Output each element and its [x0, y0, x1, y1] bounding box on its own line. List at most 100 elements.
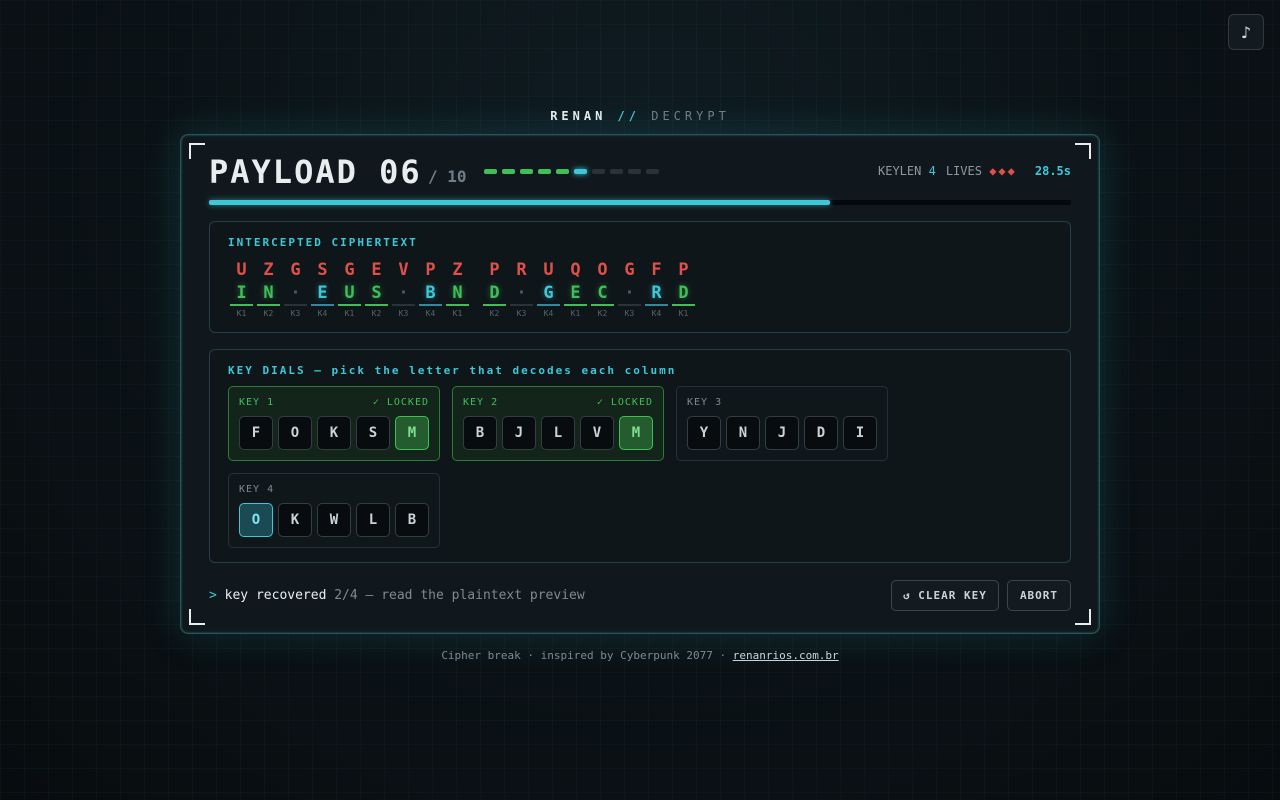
cipher-column: G · K3 [616, 258, 643, 318]
dial-letter-button[interactable]: O [239, 503, 273, 537]
dial-letters: FOKSM [239, 416, 429, 450]
key-index-label: K2 [597, 309, 608, 318]
cipher-letter: P [425, 260, 436, 280]
payload-total: / 10 [428, 167, 467, 186]
dial-letter-button[interactable]: O [278, 416, 312, 450]
music-note-icon: ♪ [1240, 22, 1252, 42]
dial-letter-button[interactable]: B [395, 503, 429, 537]
key-index-label: K1 [452, 309, 463, 318]
console-rest: — read the plaintext preview [365, 588, 585, 603]
plain-letter: G [537, 282, 560, 306]
timer-progress-bar [209, 200, 1071, 205]
abort-button[interactable]: ABORT [1007, 580, 1071, 611]
dial-name: KEY 1 [239, 397, 275, 408]
cipher-letter: Q [570, 260, 581, 280]
dial-letter-button[interactable]: J [502, 416, 536, 450]
corner-bracket [1075, 609, 1091, 625]
cipher-column: Q E K1 [562, 258, 589, 318]
countdown-timer: 28.5s [1034, 164, 1071, 178]
lives-diamond-icons: ◆◆◆ [989, 164, 1017, 178]
corner-bracket [189, 143, 205, 159]
plain-letter: S [365, 282, 388, 306]
console-count: 2/4 [334, 588, 358, 603]
footer: Cipher break · inspired by Cyberpunk 207… [0, 649, 1280, 662]
cipher-letter: G [290, 260, 301, 280]
plain-letter: D [672, 282, 695, 306]
payload-pip [502, 169, 515, 174]
cipher-letter: F [651, 260, 662, 280]
footer-text: Cipher break · inspired by Cyberpunk 207… [441, 649, 727, 662]
brand-mode: DECRYPT [651, 109, 730, 123]
cipher-column: G · K3 [282, 258, 309, 318]
keylen-value: 4 [928, 164, 936, 178]
console-prompt: > [209, 588, 217, 603]
payload-pip [628, 169, 641, 174]
key-dial-3: KEY 3 YNJDI [676, 386, 888, 461]
dial-letter-button[interactable]: N [726, 416, 760, 450]
dial-letter-button[interactable]: M [619, 416, 653, 450]
plain-letter: · [284, 282, 307, 306]
key-index-label: K1 [344, 309, 355, 318]
cipher-column: Z N K1 [444, 258, 471, 318]
dial-letter-button[interactable]: W [317, 503, 351, 537]
cipher-column: G U K1 [336, 258, 363, 318]
lives-label: LIVES [945, 164, 982, 178]
dial-letter-button[interactable]: S [356, 416, 390, 450]
dial-letter-button[interactable]: J [765, 416, 799, 450]
dial-name: KEY 4 [239, 484, 275, 495]
key-dials-panel: KEY DIALS — pick the letter that decodes… [209, 349, 1071, 563]
corner-bracket [189, 609, 205, 625]
dial-letter-button[interactable]: L [541, 416, 575, 450]
key-index-label: K4 [317, 309, 328, 318]
plain-letter: · [510, 282, 533, 306]
payload-title: PAYLOAD 06 [209, 153, 422, 191]
dial-header: KEY 3 [687, 397, 877, 408]
music-toggle-button[interactable]: ♪ [1228, 14, 1264, 50]
key-index-label: K4 [651, 309, 662, 318]
status-bar: KEYLEN 4 LIVES ◆◆◆ 28.5s [878, 164, 1071, 178]
cipher-columns: U I K1 Z N K2 G · K3 S E K4 G U K1 E S K2 V · K3 P B K4 Z N K1 P D K2… [228, 258, 697, 318]
dial-letters: OKWLB [239, 503, 429, 537]
keylen-label: KEYLEN [878, 164, 922, 178]
dial-letter-button[interactable]: L [356, 503, 390, 537]
dial-status: ✓ LOCKED [596, 397, 653, 408]
footer-link[interactable]: renanrios.com.br [733, 649, 839, 662]
key-dial-2: KEY 2 ✓ LOCKED B J L V M [452, 386, 664, 461]
cipher-column: Z N K2 [255, 258, 282, 318]
plain-letter: U [338, 282, 361, 306]
console-lead: key recovered [224, 588, 327, 603]
dial-letter-button[interactable]: B [463, 416, 497, 450]
cipher-column: U I K1 [228, 258, 255, 318]
key-index-label: K1 [678, 309, 689, 318]
dial-letter-button[interactable]: D [804, 416, 838, 450]
plain-letter: E [564, 282, 587, 306]
cipher-letter: R [516, 260, 527, 280]
dial-letter-button[interactable]: Y [687, 416, 721, 450]
clear-key-button[interactable]: ↺ CLEAR KEY [891, 580, 999, 611]
plain-letter: D [483, 282, 506, 306]
dial-letters: YNJDI [687, 416, 877, 450]
dial-letter-button[interactable]: F [239, 416, 273, 450]
game-panel: PAYLOAD 06 / 10 KEYLEN 4 LIVES ◆◆◆ 28.5s… [180, 134, 1100, 634]
cipher-column: S E K4 [309, 258, 336, 318]
corner-bracket [1075, 143, 1091, 159]
brand-separator: // [617, 109, 640, 123]
payload-pip [538, 169, 551, 174]
dial-letter-button[interactable]: M [395, 416, 429, 450]
dial-letter-button[interactable]: I [843, 416, 877, 450]
key-dials-label: KEY DIALS — pick the letter that decodes… [228, 364, 677, 377]
dial-header: KEY 1 ✓ LOCKED [239, 397, 429, 408]
cipher-column: P B K4 [417, 258, 444, 318]
plain-letter: B [419, 282, 442, 306]
cipher-letter: Z [452, 260, 463, 280]
dial-letter-button[interactable]: K [278, 503, 312, 537]
timer-progress-fill [209, 200, 830, 205]
dial-letter-button[interactable]: V [580, 416, 614, 450]
cipher-letter: U [236, 260, 247, 280]
payload-progress-pips [484, 169, 659, 174]
cipher-letter: O [597, 260, 608, 280]
dial-letter-button[interactable]: K [317, 416, 351, 450]
cipher-letter: P [489, 260, 500, 280]
cipher-column: O C K2 [589, 258, 616, 318]
payload-pip [592, 169, 605, 174]
